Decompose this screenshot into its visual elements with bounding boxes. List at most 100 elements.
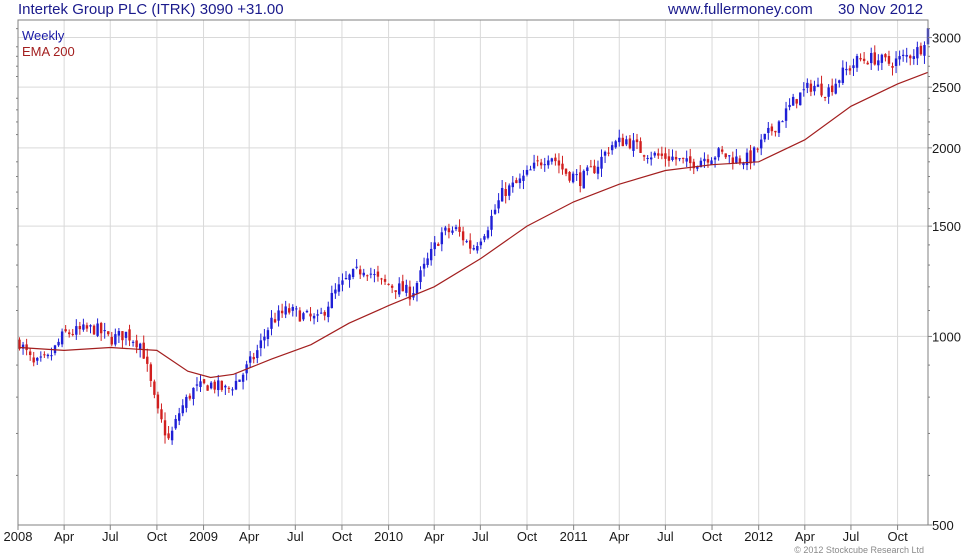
candle-body bbox=[632, 140, 635, 151]
candle-body bbox=[830, 85, 834, 93]
candle-body bbox=[866, 62, 869, 65]
candle-body bbox=[359, 269, 362, 275]
legend-weekly: Weekly bbox=[22, 28, 65, 43]
candle-body bbox=[341, 280, 344, 285]
candle-body bbox=[185, 396, 188, 408]
candle-body bbox=[774, 130, 777, 133]
candle-body bbox=[486, 230, 490, 238]
candle-body bbox=[256, 350, 259, 359]
candle-body bbox=[188, 395, 192, 399]
candle-body bbox=[43, 354, 46, 356]
candle-body bbox=[642, 155, 646, 157]
candle-body bbox=[234, 380, 238, 390]
candle-body bbox=[522, 175, 525, 181]
candle-body bbox=[437, 243, 440, 246]
candle-body bbox=[142, 342, 145, 359]
candle-body bbox=[153, 381, 156, 395]
candle-body bbox=[735, 156, 738, 164]
candle-body bbox=[92, 325, 96, 335]
x-tick-label: Oct bbox=[332, 529, 353, 544]
candle-body bbox=[312, 315, 316, 319]
candle-body bbox=[131, 341, 135, 343]
x-tick-label: 2008 bbox=[4, 529, 33, 544]
candle-body bbox=[607, 152, 610, 154]
candle-body bbox=[756, 148, 759, 150]
candle-body bbox=[635, 139, 639, 143]
candle-body bbox=[469, 240, 472, 249]
candle-body bbox=[685, 158, 688, 162]
candle-body bbox=[649, 157, 653, 160]
candle-body bbox=[128, 329, 131, 341]
y-tick-label: 2500 bbox=[932, 80, 961, 95]
candle-body bbox=[916, 47, 919, 59]
candle-body bbox=[220, 380, 223, 390]
candle-body bbox=[270, 317, 273, 329]
candle-body bbox=[192, 387, 195, 400]
candle-body bbox=[376, 271, 380, 277]
candle-body bbox=[603, 151, 607, 156]
candle-body bbox=[518, 178, 522, 183]
candle-body bbox=[103, 330, 106, 332]
candle-body bbox=[351, 269, 355, 278]
candle-body bbox=[809, 83, 813, 92]
candle-body bbox=[706, 159, 710, 163]
candle-body bbox=[178, 413, 181, 421]
candle-body bbox=[728, 155, 731, 157]
y-tick-label: 1500 bbox=[932, 219, 961, 234]
candle-body bbox=[610, 145, 614, 151]
candle-body bbox=[298, 310, 302, 322]
candle-body bbox=[710, 160, 713, 165]
candle-body bbox=[355, 266, 358, 268]
candle-body bbox=[571, 173, 575, 183]
candle-body bbox=[525, 169, 529, 175]
candle-body bbox=[614, 141, 617, 148]
plot-frame bbox=[17, 19, 929, 526]
candle-body bbox=[561, 163, 564, 170]
candle-body bbox=[366, 275, 369, 277]
candle-body bbox=[586, 167, 589, 171]
x-tick-label: Jul bbox=[657, 529, 674, 544]
candle-body bbox=[213, 381, 216, 390]
candle-body bbox=[504, 189, 507, 197]
candle-body bbox=[788, 104, 791, 108]
candle-body bbox=[380, 278, 383, 280]
legend-ema: EMA 200 bbox=[22, 44, 75, 59]
candle-body bbox=[426, 258, 429, 265]
candle-body bbox=[568, 171, 571, 181]
candle-body bbox=[557, 160, 561, 166]
candle-body bbox=[763, 133, 766, 140]
candle-body bbox=[327, 306, 330, 318]
candle-body bbox=[678, 158, 681, 160]
chart-legend: Weekly EMA 200 bbox=[22, 28, 75, 60]
candle-body bbox=[646, 157, 649, 159]
candle-body bbox=[419, 270, 422, 283]
candle-body bbox=[600, 156, 603, 169]
candle-body bbox=[387, 283, 390, 285]
candle-body bbox=[589, 166, 593, 168]
candle-body bbox=[422, 263, 426, 269]
candle-body bbox=[85, 325, 89, 329]
candle-body bbox=[117, 331, 121, 336]
x-tick-label: 2011 bbox=[560, 529, 588, 544]
candle-body bbox=[266, 330, 270, 339]
candle-body bbox=[575, 174, 578, 176]
candle-body bbox=[57, 341, 60, 346]
candle-body bbox=[901, 54, 905, 57]
candle-body bbox=[394, 290, 397, 292]
candle-body bbox=[543, 164, 546, 166]
candle-body bbox=[639, 141, 642, 153]
candle-body bbox=[295, 308, 298, 310]
candle-body bbox=[60, 331, 64, 345]
candle-body bbox=[447, 228, 451, 233]
candle-body bbox=[280, 310, 284, 314]
x-tick-label: Apr bbox=[54, 529, 75, 544]
candle-body bbox=[96, 323, 99, 336]
candle-body bbox=[703, 158, 706, 162]
candle-body bbox=[202, 379, 206, 384]
candle-body bbox=[334, 289, 337, 294]
candle-body bbox=[713, 157, 717, 160]
candle-body bbox=[909, 55, 912, 59]
x-tick-label: Oct bbox=[702, 529, 723, 544]
candle-body bbox=[891, 65, 894, 68]
candle-body bbox=[124, 331, 128, 338]
